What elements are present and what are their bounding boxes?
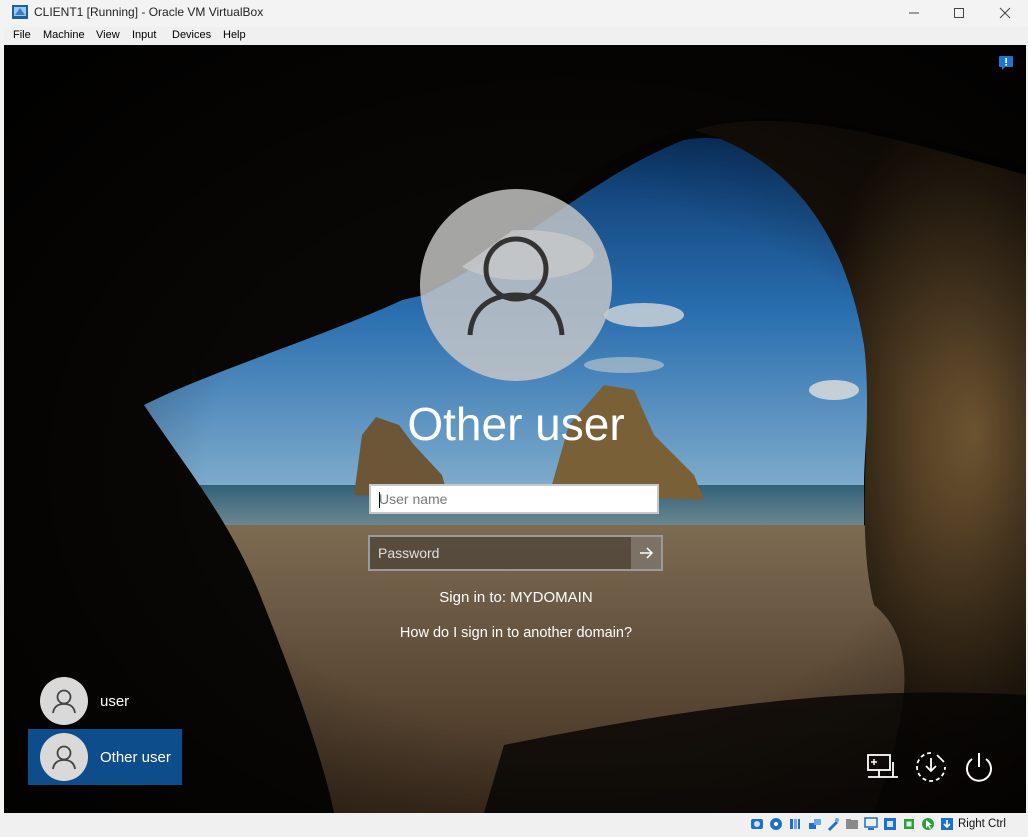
other-domain-link[interactable]: How do I sign in to another domain? xyxy=(316,625,716,641)
network-icon xyxy=(867,754,898,778)
network-adapter-icon[interactable] xyxy=(808,817,822,831)
usb-icon[interactable] xyxy=(826,817,840,831)
user-tile-label: Other user xyxy=(100,748,171,766)
menu-devices[interactable]: Devices xyxy=(172,29,211,41)
cpu-icon[interactable] xyxy=(902,817,916,831)
person-icon xyxy=(52,689,76,714)
ease-of-access-button[interactable] xyxy=(914,750,948,784)
close-button[interactable] xyxy=(982,0,1028,25)
text-caret xyxy=(379,492,380,508)
person-icon xyxy=(52,745,76,770)
close-icon xyxy=(999,7,1011,18)
network-button[interactable] xyxy=(866,750,900,784)
vm-screen[interactable]: Other user Sign in to: MYDOMAIN How do I… xyxy=(4,45,1026,813)
status-bar: Right Ctrl xyxy=(0,813,1028,837)
user-tile-label: user xyxy=(100,692,130,710)
arrow-right-icon xyxy=(640,547,654,559)
host-key-label: Right Ctrl xyxy=(958,818,1006,830)
virtualbox-icon xyxy=(12,5,28,19)
menu-file[interactable]: File xyxy=(13,29,31,41)
user-tile-other-user[interactable]: Other user xyxy=(28,729,182,785)
power-button[interactable] xyxy=(962,750,996,784)
person-icon xyxy=(467,236,565,336)
video-capture-icon[interactable] xyxy=(883,817,897,831)
avatar xyxy=(40,677,88,725)
user-tile-user[interactable]: user xyxy=(28,673,182,729)
submit-button[interactable] xyxy=(631,537,661,569)
user-avatar xyxy=(420,189,612,381)
window-title: CLIENT1 [Running] - Oracle VM VirtualBox xyxy=(34,5,264,19)
password-field xyxy=(368,535,663,571)
maximize-button[interactable] xyxy=(936,0,982,25)
keyboard-icon[interactable] xyxy=(940,817,954,831)
avatar xyxy=(40,733,88,781)
ease-of-access-icon xyxy=(916,752,946,782)
menu-bar: File Machine View Input Devices Help xyxy=(4,27,1028,45)
audio-icon[interactable] xyxy=(788,817,802,831)
shared-folders-icon[interactable] xyxy=(845,817,859,831)
optical-drive-icon[interactable] xyxy=(769,817,783,831)
mouse-integration-icon[interactable] xyxy=(921,817,935,831)
login-display-name: Other user xyxy=(407,398,625,450)
menu-machine[interactable]: Machine xyxy=(43,29,85,41)
minimize-icon xyxy=(909,12,919,13)
menu-input[interactable]: Input xyxy=(132,29,156,41)
password-input[interactable] xyxy=(370,537,631,569)
menu-view[interactable]: View xyxy=(96,29,120,41)
title-bar: CLIENT1 [Running] - Oracle VM VirtualBox xyxy=(0,0,1028,27)
sign-in-domain-text: Sign in to: MYDOMAIN xyxy=(439,589,593,606)
hard-disk-icon[interactable] xyxy=(750,817,764,831)
username-input[interactable] xyxy=(369,484,659,514)
notification-icon[interactable] xyxy=(998,55,1014,71)
display-icon[interactable] xyxy=(864,817,878,831)
maximize-icon xyxy=(954,7,964,18)
menu-help[interactable]: Help xyxy=(223,29,246,41)
power-icon xyxy=(966,753,992,782)
minimize-button[interactable] xyxy=(891,0,937,25)
